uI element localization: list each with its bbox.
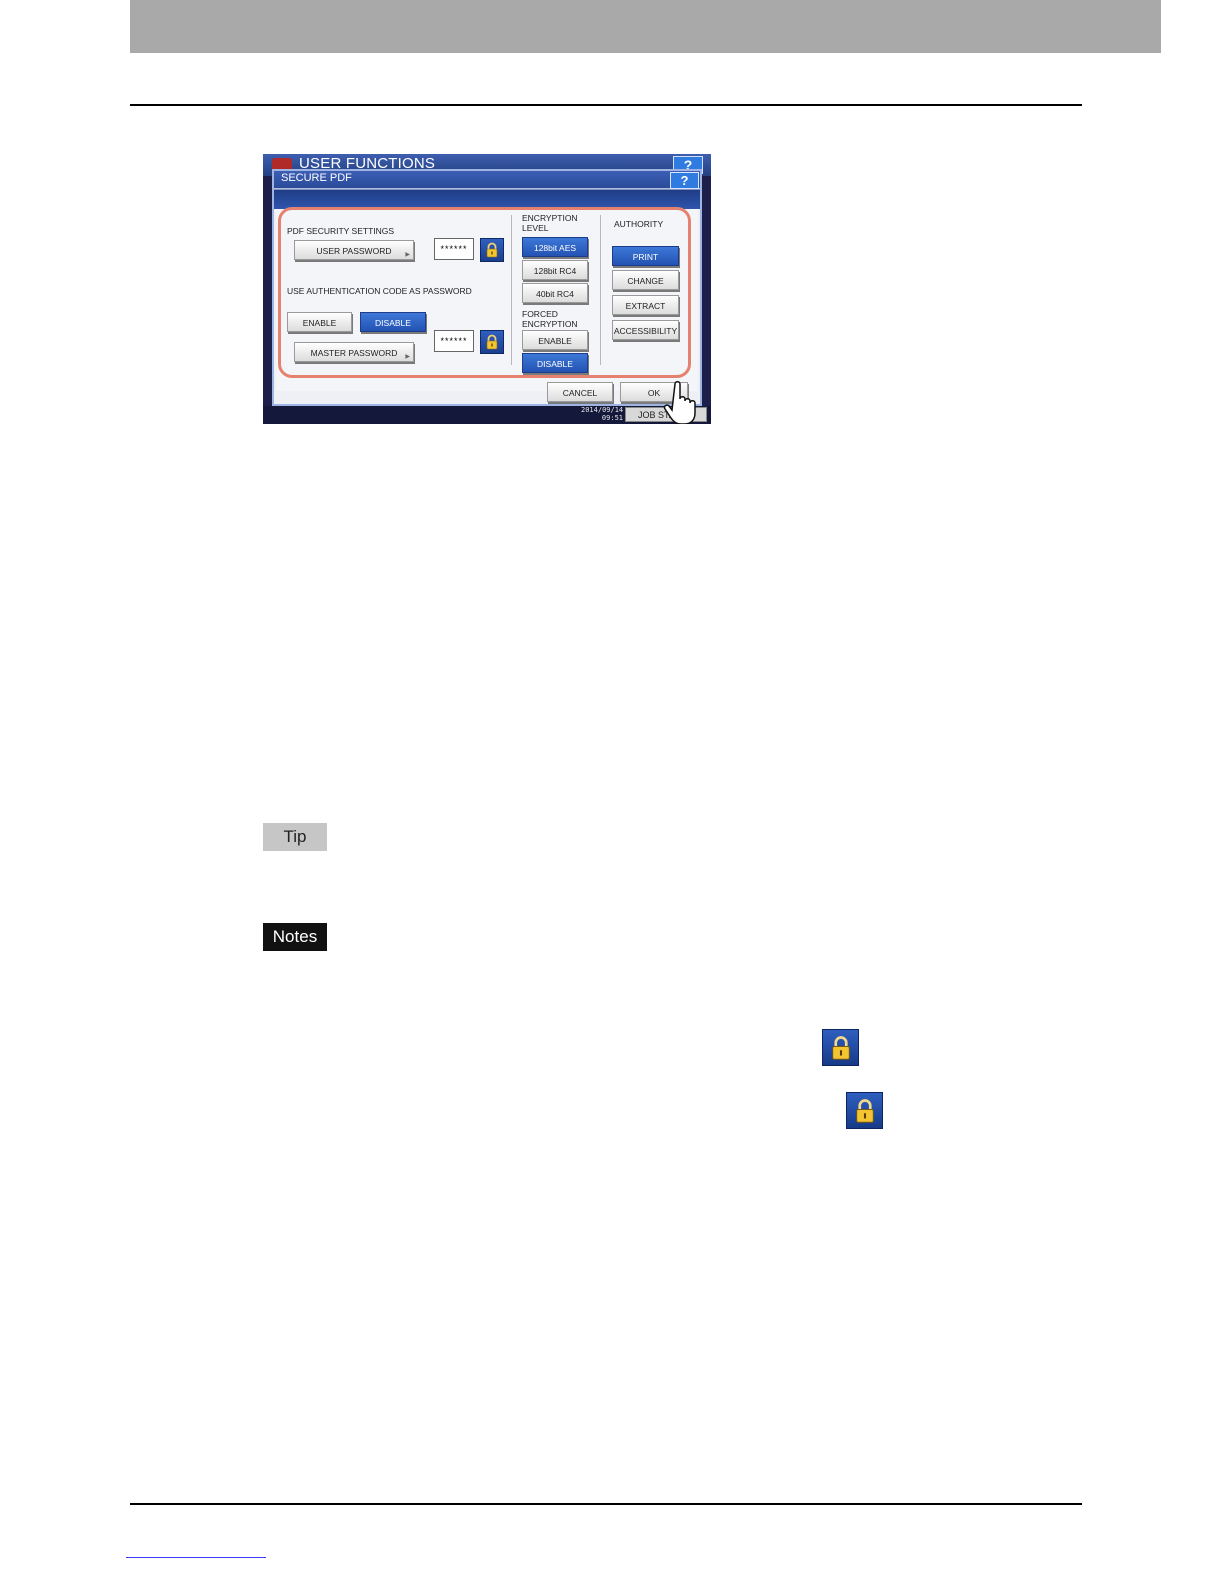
highlight-outline bbox=[278, 207, 691, 378]
datetime-display: 2014/09/14 09:51 bbox=[581, 406, 623, 422]
footer-rule bbox=[130, 1503, 1082, 1505]
lock-icon bbox=[822, 1029, 859, 1066]
tip-label: Tip bbox=[263, 823, 327, 851]
pointer-hand-icon bbox=[663, 381, 696, 424]
control-panel-screenshot: USER FUNCTIONS ? SECURE PDF ? PDF SECURI… bbox=[263, 154, 711, 424]
date-text: 2014/09/14 bbox=[581, 406, 624, 414]
page-header-bar bbox=[130, 0, 1161, 53]
header-rule bbox=[130, 104, 1082, 106]
time-text: 09:51 bbox=[601, 414, 623, 422]
dialog-title: SECURE PDF bbox=[281, 172, 352, 184]
cancel-button[interactable]: CANCEL bbox=[547, 382, 613, 402]
lock-icon bbox=[846, 1092, 883, 1129]
notes-label: Notes bbox=[263, 923, 327, 951]
dialog-help-button[interactable]: ? bbox=[670, 172, 699, 189]
footer-link-underline[interactable] bbox=[126, 1557, 266, 1558]
